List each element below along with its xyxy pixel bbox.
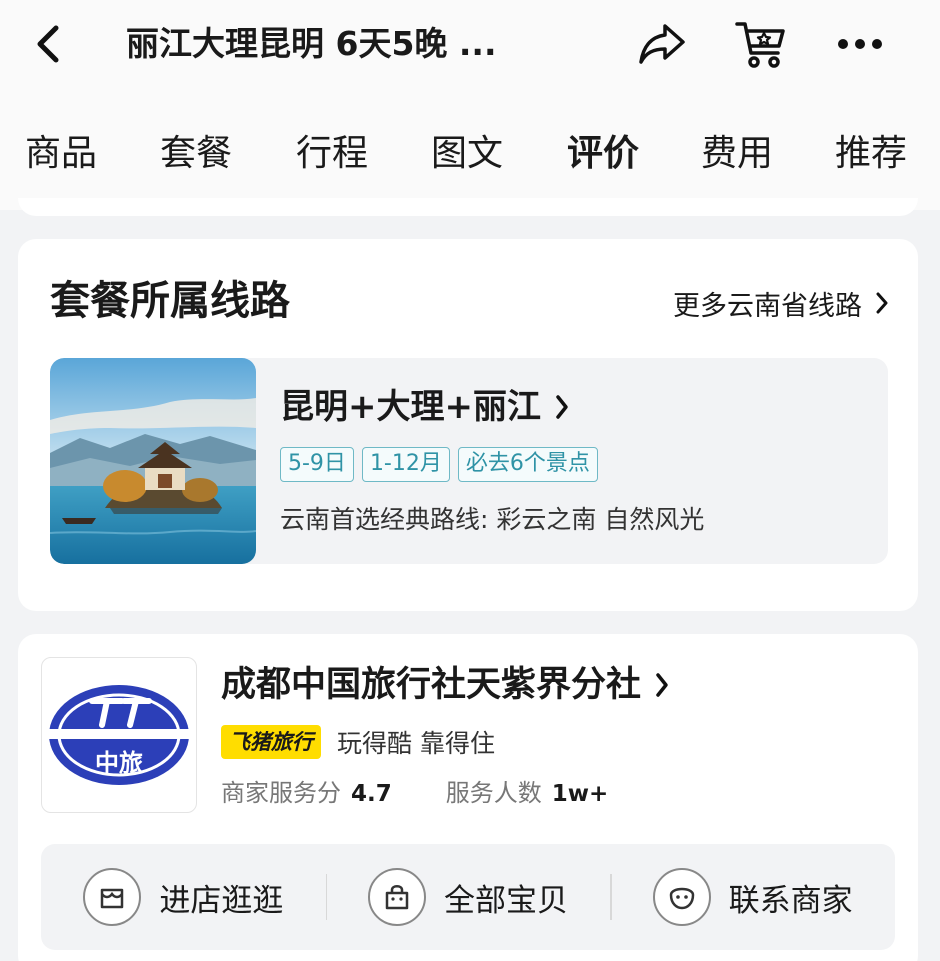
route-description: 云南首选经典路线: 彩云之南 自然风光 <box>280 505 705 534</box>
route-name-label: 昆明+大理+丽江 <box>280 387 541 427</box>
share-icon <box>639 24 685 64</box>
route-tag: 1-12月 <box>361 447 450 482</box>
more-dots-icon <box>838 39 882 49</box>
tab-fees[interactable]: 费用 <box>701 122 773 186</box>
share-button[interactable] <box>634 16 690 72</box>
back-button[interactable] <box>28 18 68 70</box>
route-tags: 5-9日 1-12月 必去6个景点 <box>280 447 598 482</box>
shop-name[interactable]: 成都中国旅行社天紫界分社 <box>221 660 669 710</box>
tab-product[interactable]: 商品 <box>25 122 97 186</box>
chat-icon <box>652 868 711 926</box>
shop-stats: 商家服务分 4.7 服务人数 1w+ <box>221 773 608 808</box>
top-bar: 丽江大理昆明 6天5晚 ... <box>0 0 940 92</box>
contact-seller-label: 联系商家 <box>728 882 853 919</box>
chevron-right-icon <box>876 292 888 314</box>
all-items-label: 全部宝贝 <box>444 882 568 919</box>
route-card: 套餐所属线路 更多云南省线路 昆明+大理+丽江 5-9日 1-12月 必去6个景… <box>18 239 918 611</box>
route-name[interactable]: 昆明+大理+丽江 <box>280 384 569 430</box>
contact-seller-button[interactable]: 联系商家 <box>610 844 895 950</box>
shop-logo[interactable]: 中旅 <box>41 657 197 813</box>
served-count-value: 1w+ <box>551 781 609 807</box>
brand-badge: 飞猪旅行 <box>221 725 321 759</box>
served-count-label: 服务人数 <box>445 779 542 807</box>
shop-action-bar: 进店逛逛 全部宝贝 联系商家 <box>41 844 895 950</box>
more-button[interactable] <box>832 16 888 72</box>
store-icon <box>83 868 142 926</box>
page-title: 丽江大理昆明 6天5晚 ... <box>126 24 497 63</box>
tab-recommend[interactable]: 推荐 <box>835 122 907 186</box>
logo-text: 中旅 <box>95 748 143 777</box>
tab-itinerary[interactable]: 行程 <box>296 122 368 186</box>
shop-name-label: 成都中国旅行社天紫界分社 <box>221 665 642 705</box>
cart-button[interactable] <box>732 16 788 72</box>
route-thumbnail <box>50 358 256 564</box>
chevron-right-icon <box>556 395 568 419</box>
tab-package[interactable]: 套餐 <box>160 122 232 186</box>
more-routes-label: 更多云南省线路 <box>673 290 862 322</box>
chevron-left-icon <box>37 25 59 63</box>
visit-store-label: 进店逛逛 <box>159 882 284 919</box>
visit-store-button[interactable]: 进店逛逛 <box>41 844 326 950</box>
section-title: 套餐所属线路 <box>50 278 290 324</box>
all-items-button[interactable]: 全部宝贝 <box>325 844 611 950</box>
chevron-right-icon <box>656 673 668 697</box>
tab-bar: 商品 套餐 行程 图文 评价 费用 推荐 <box>0 122 940 192</box>
more-routes-link[interactable]: 更多云南省线路 <box>673 283 888 323</box>
brand-row: 飞猪旅行 玩得酷 靠得住 <box>221 724 495 760</box>
tab-details[interactable]: 图文 <box>431 122 503 186</box>
tab-reviews[interactable]: 评价 <box>567 122 639 186</box>
route-tag: 必去6个景点 <box>457 447 598 482</box>
cart-icon <box>735 22 785 68</box>
route-item[interactable]: 昆明+大理+丽江 5-9日 1-12月 必去6个景点 云南首选经典路线: 彩云之… <box>50 358 888 564</box>
service-score-value: 4.7 <box>351 781 392 807</box>
brand-slogan: 玩得酷 靠得住 <box>337 729 495 758</box>
shop-card: 中旅 成都中国旅行社天紫界分社 飞猪旅行 玩得酷 靠得住 商家服务分 4.7 服… <box>18 634 918 961</box>
bag-icon <box>368 868 426 926</box>
previous-card-edge <box>18 198 918 216</box>
service-score-label: 商家服务分 <box>221 779 341 807</box>
route-tag: 5-9日 <box>280 447 354 482</box>
header: 丽江大理昆明 6天5晚 ... 商品 套餐 行程 图文 评价 费用 推荐 <box>0 0 940 210</box>
